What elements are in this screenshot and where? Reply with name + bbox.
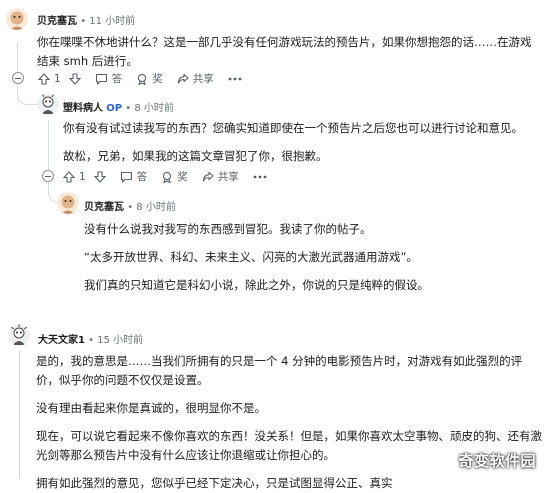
award-button[interactable]: 奖: [136, 71, 163, 86]
comment-text: 我们真的只知道它是科幻小说，除此之外，你说的只是纯粹的假设。: [84, 278, 429, 292]
avatar-icon: [8, 324, 30, 346]
reply-icon: [120, 171, 132, 183]
share-button[interactable]: 共享: [177, 71, 214, 86]
reply-label: 答: [136, 171, 148, 183]
award-label: 奖: [152, 73, 163, 85]
award-label: 奖: [177, 171, 188, 183]
comment-text: “太多开放世界、科幻、未来主义、闪亮的大激光武器通用游戏”。: [84, 250, 418, 264]
comment-text: 没有理由看起来你是真诚的，很明显你不是。: [36, 401, 266, 415]
more-icon: [253, 175, 267, 178]
watermark: 奇变软件园: [458, 452, 536, 470]
upvote-icon[interactable]: [63, 170, 75, 183]
thread-line-4: [19, 350, 20, 479]
separator: •: [127, 202, 134, 213]
comment-body: 是的，我的意思是……当我们所拥有的只是一个 4 分钟的电影预告片时，对游戏有如此…: [36, 352, 544, 493]
author-name[interactable]: 贝克塞瓦: [84, 202, 124, 213]
share-label: 共享: [217, 171, 239, 183]
reply-button[interactable]: 答: [95, 71, 123, 86]
avatar-icon: [37, 93, 59, 115]
upvote-icon[interactable]: [38, 72, 50, 85]
timestamp[interactable]: 15 小时前: [97, 335, 143, 346]
separator: •: [125, 103, 132, 114]
share-icon: [177, 73, 189, 84]
comment-header: 塑料病人 OP • 8 小时前: [63, 99, 174, 114]
reply-button[interactable]: 答: [120, 169, 148, 184]
author-name[interactable]: 塑料病人: [63, 103, 103, 114]
separator: •: [88, 335, 95, 346]
author-name[interactable]: 贝克塞瓦: [37, 16, 77, 27]
timestamp[interactable]: 8 小时前: [134, 103, 174, 114]
collapse-icon: [45, 175, 51, 177]
avatar[interactable]: [37, 93, 59, 115]
reply-icon: [95, 73, 107, 85]
award-button[interactable]: 奖: [161, 169, 188, 184]
avatar-icon: [57, 192, 79, 214]
comment-body: 你在喋喋不休地讲什么？这是一部几乎没有任何游戏玩法的预告片，如果你想抱怨的话………: [37, 33, 542, 71]
comment-text: 你有没有试过读我写的东西？您确实知道即使在一个预告片之后您也可以进行讨论和意见。: [63, 121, 523, 135]
comment-actions: 1 答 奖 共享: [38, 71, 256, 86]
share-icon: [202, 171, 214, 182]
comment-actions: 1 答 奖 共享: [63, 169, 281, 184]
collapse-icon: [15, 77, 21, 79]
more-icon: [228, 77, 242, 80]
award-icon: [163, 171, 172, 183]
comment-header: 大天文家1 • 15 小时前: [38, 331, 143, 346]
share-label: 共享: [192, 73, 214, 85]
timestamp[interactable]: 8 小时前: [136, 202, 176, 213]
vote-count: 1: [54, 72, 61, 85]
timestamp[interactable]: 11 小时前: [89, 16, 135, 27]
more-button[interactable]: [253, 175, 267, 179]
reply-label: 答: [111, 73, 123, 85]
separator: •: [80, 16, 87, 27]
comment-text: 没有什么说我对我写的东西感到冒犯。我读了你的帖子。: [84, 222, 372, 236]
comment-header: 贝克塞瓦 • 8 小时前: [84, 198, 176, 213]
award-icon: [138, 73, 147, 85]
downvote-icon[interactable]: [93, 170, 106, 183]
collapse-button[interactable]: [12, 72, 24, 84]
comment-text: 故松，兄弟，如果我的这篇文章冒犯了你，很抱歉。: [63, 149, 328, 163]
vote-count: 1: [79, 170, 86, 183]
collapse-button[interactable]: [42, 170, 54, 182]
thread-line-1: [17, 42, 18, 74]
thread-elbow-1: [17, 84, 38, 105]
avatar[interactable]: [57, 192, 79, 214]
comment-body: 你有没有试过读我写的东西？您确实知道即使在一个预告片之后您也可以进行讨论和意见。…: [63, 119, 543, 166]
avatar[interactable]: [8, 324, 30, 346]
downvote-icon[interactable]: [68, 72, 81, 85]
comment-body: 没有什么说我对我写的东西感到冒犯。我读了你的帖子。 “太多开放世界、科幻、未来主…: [84, 220, 544, 295]
more-button[interactable]: [228, 77, 242, 81]
op-badge: OP: [106, 103, 123, 114]
share-button[interactable]: 共享: [202, 169, 239, 184]
author-name[interactable]: 大天文家1: [38, 335, 85, 346]
thread-line-2: [48, 120, 49, 170]
avatar[interactable]: [6, 8, 28, 30]
comment-header: 贝克塞瓦 • 11 小时前: [37, 12, 135, 27]
comment-text: 拥有如此强烈的意见，您似乎已经下定决心，只是试图显得公正、真实: [36, 476, 393, 490]
comment-text: 是的，我的意思是……当我们所拥有的只是一个 4 分钟的电影预告片时，对游戏有如此…: [36, 354, 523, 387]
comment-text: 你在喋喋不休地讲什么？这是一部几乎没有任何游戏玩法的预告片，如果你想抱怨的话………: [37, 35, 532, 68]
avatar-icon: [6, 8, 28, 30]
